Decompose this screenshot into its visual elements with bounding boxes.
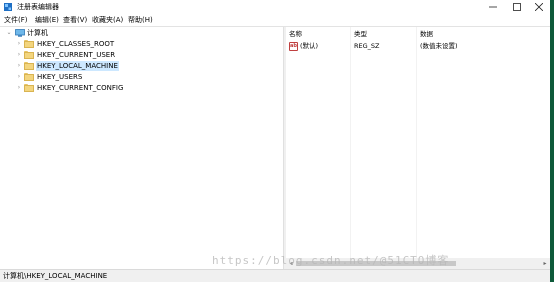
folder-icon xyxy=(24,62,34,70)
regedit-icon xyxy=(4,3,12,11)
chevron-down-icon[interactable]: ⌄ xyxy=(6,28,12,38)
maximize-button[interactable] xyxy=(506,0,528,14)
tree-key-users[interactable]: › HKEY_USERS xyxy=(0,72,200,82)
string-value-icon: ab xyxy=(289,42,298,51)
tree-root-label: 计算机 xyxy=(27,29,48,37)
tree-key-label: HKEY_USERS xyxy=(37,73,83,81)
status-bar: 计算机\HKEY_LOCAL_MACHINE xyxy=(0,269,550,282)
tree-key-classes-root[interactable]: › HKEY_CLASSES_ROOT xyxy=(0,39,200,49)
computer-icon xyxy=(15,29,25,37)
status-path: 计算机\HKEY_LOCAL_MACHINE xyxy=(3,272,108,280)
value-type: REG_SZ xyxy=(354,42,380,50)
minimize-icon xyxy=(489,6,497,8)
folder-icon xyxy=(24,40,34,48)
menu-edit[interactable]: 编辑(E) xyxy=(35,15,59,25)
chevron-right-icon[interactable]: › xyxy=(16,72,22,82)
value-name: (默认) xyxy=(300,42,319,50)
folder-icon xyxy=(24,84,34,92)
minimize-button[interactable] xyxy=(482,0,504,14)
column-header-data[interactable]: 数据 xyxy=(420,30,433,39)
chevron-right-icon[interactable]: › xyxy=(16,61,22,71)
tree-key-label: HKEY_CURRENT_USER xyxy=(37,51,116,59)
tree-key-label: HKEY_CURRENT_CONFIG xyxy=(37,84,124,92)
menu-favorites[interactable]: 收藏夹(A) xyxy=(92,15,123,25)
regedit-window: 注册表编辑器 文件(F) 编辑(E) 查看(V) 收藏夹(A) 帮助(H) ⌄ … xyxy=(0,0,550,282)
column-header-name[interactable]: 名称 xyxy=(289,30,302,39)
chevron-right-icon[interactable]: › xyxy=(16,39,22,49)
chevron-right-icon[interactable]: › xyxy=(16,83,22,93)
column-divider[interactable] xyxy=(416,27,417,269)
tree-key-current-user[interactable]: › HKEY_CURRENT_USER xyxy=(0,50,200,60)
column-divider[interactable] xyxy=(350,27,351,269)
watermark: https://blog.csdn.net/@51CTO博客 xyxy=(212,254,450,267)
window-title: 注册表编辑器 xyxy=(17,3,59,11)
value-data: (数值未设置) xyxy=(420,42,458,50)
folder-icon xyxy=(24,73,34,81)
title-bar[interactable]: 注册表编辑器 xyxy=(0,0,550,14)
column-header-type[interactable]: 类型 xyxy=(354,30,367,39)
menu-view[interactable]: 查看(V) xyxy=(63,15,87,25)
tree-root-computer[interactable]: ⌄ 计算机 xyxy=(0,28,200,38)
registry-tree[interactable]: ⌄ 计算机 › HKEY_CLASSES_ROOT › HKEY_CURRENT… xyxy=(0,27,283,269)
menu-help[interactable]: 帮助(H) xyxy=(128,15,153,25)
chevron-right-icon[interactable]: › xyxy=(16,50,22,60)
tree-key-local-machine[interactable]: › HKEY_LOCAL_MACHINE xyxy=(0,61,200,71)
tree-key-label: HKEY_CLASSES_ROOT xyxy=(37,40,115,48)
values-pane[interactable]: 名称 类型 数据 ab (默认) REG_SZ (数值未设置) xyxy=(286,27,550,269)
scroll-right-icon[interactable]: ▸ xyxy=(540,258,550,269)
desktop-edge xyxy=(550,0,554,282)
menu-file[interactable]: 文件(F) xyxy=(4,15,28,25)
menu-bar: 文件(F) 编辑(E) 查看(V) 收藏夹(A) 帮助(H) xyxy=(0,14,550,26)
close-icon xyxy=(535,3,543,11)
tree-key-label-selected: HKEY_LOCAL_MACHINE xyxy=(36,61,119,71)
close-button[interactable] xyxy=(528,0,550,14)
tree-key-current-config[interactable]: › HKEY_CURRENT_CONFIG xyxy=(0,83,200,93)
maximize-icon xyxy=(513,3,521,11)
folder-icon xyxy=(24,51,34,59)
